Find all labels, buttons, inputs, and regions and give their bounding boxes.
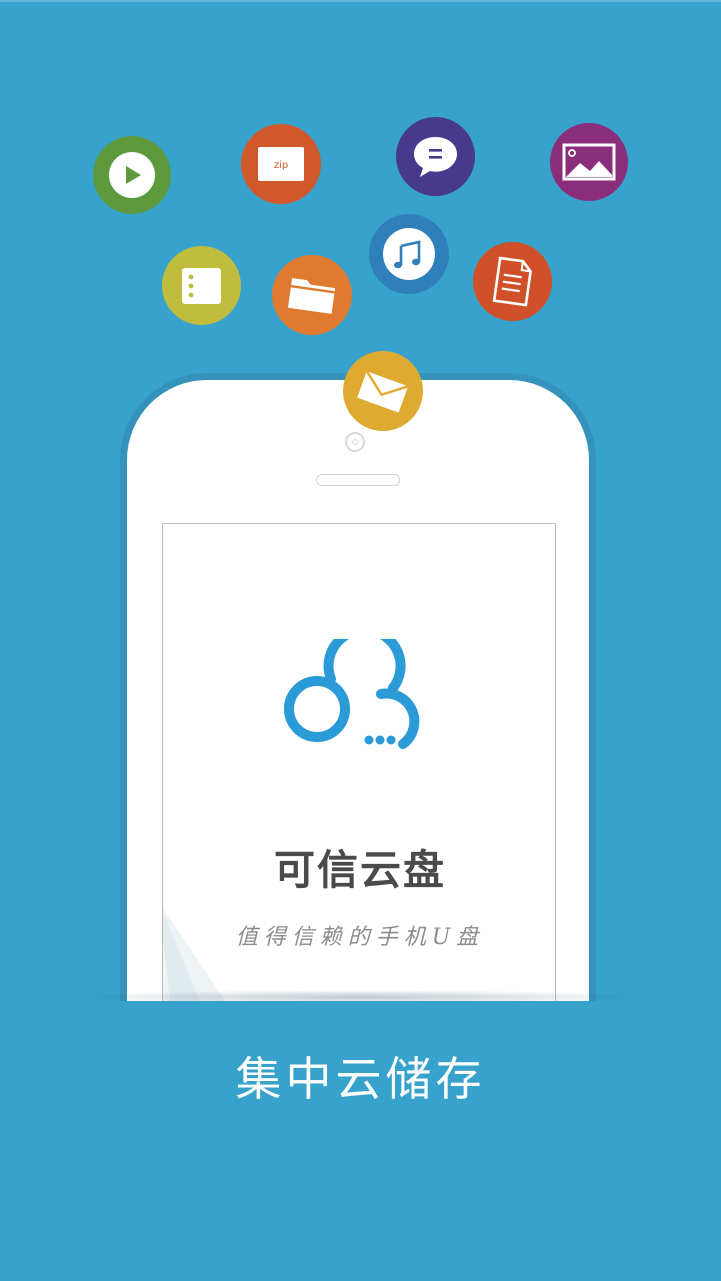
feature-banner: 集中云储存 — [0, 1001, 721, 1281]
text-file-icon — [473, 242, 552, 321]
phone-speaker — [316, 474, 400, 486]
app-name: 可信云盘 — [274, 846, 446, 894]
phone-illustration: 可信云盘 值得信赖的手机U盘 — [127, 380, 589, 1083]
mail-envelope-icon — [343, 351, 423, 431]
folder-icon — [272, 255, 352, 335]
video-play-icon — [93, 136, 171, 214]
list-document-icon — [162, 246, 241, 325]
chat-message-icon — [396, 117, 475, 196]
onboarding-screen: zip 可信云盘 值得信赖的手机U盘 集中云储存 — [0, 0, 721, 1281]
music-note-icon — [369, 214, 449, 294]
cloud-logo-icon — [284, 639, 420, 749]
image-icon — [550, 123, 628, 201]
phone-camera — [345, 432, 365, 452]
zip-archive-icon: zip — [241, 124, 321, 204]
feature-title: 集中云储存 — [235, 1052, 486, 1106]
app-slogan: 值得信赖的手机U盘 — [235, 925, 485, 950]
zip-label: zip — [274, 160, 288, 171]
top-edge — [0, 0, 721, 2]
